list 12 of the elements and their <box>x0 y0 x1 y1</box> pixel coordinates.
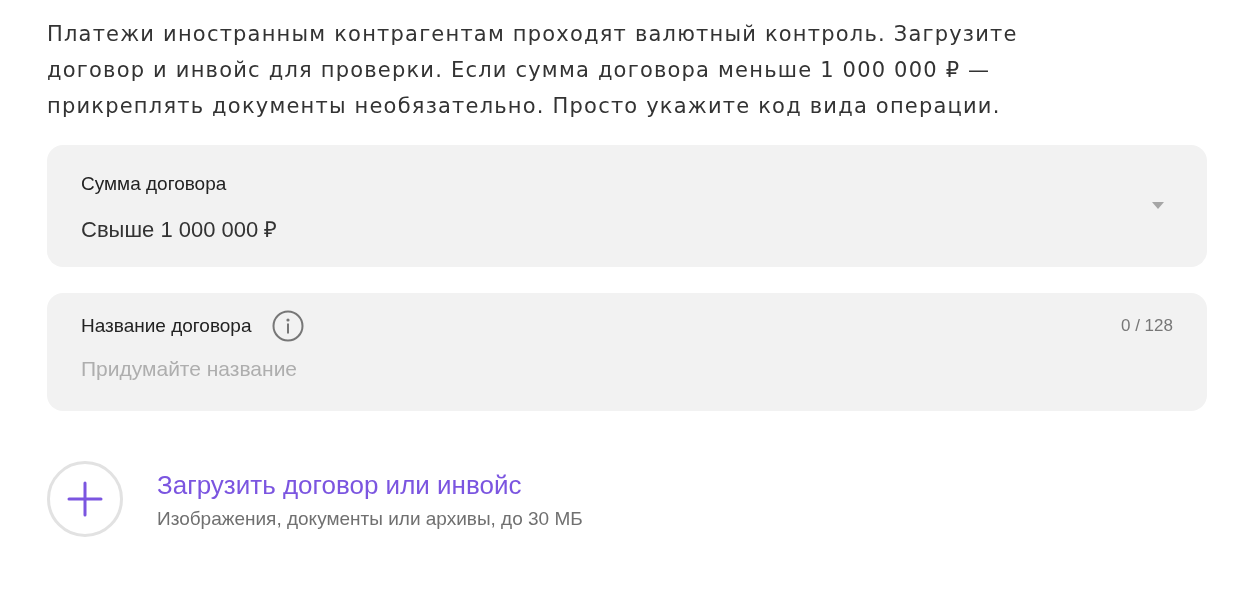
amount-select[interactable]: Сумма договора Свыше 1 000 000 ₽ <box>47 145 1207 267</box>
name-input[interactable]: Придумайте название <box>81 357 581 381</box>
char-counter: 0 / 128 <box>1121 316 1173 336</box>
add-file-button-icon[interactable] <box>47 461 123 537</box>
dropdown-caret-icon <box>1152 202 1164 210</box>
info-icon[interactable] <box>271 310 304 342</box>
upload-hint: Изображения, документы или архивы, до 30 МБ <box>157 508 583 530</box>
intro-text: Платежи иностранным контрагентам проходят валютный контроль. Загрузите договор и инвойс для проверки. Если сумма договора меньше 1 000 000 ₽ — прикреплять документы необязательно. Просто укажите код вида операции. <box>47 21 1019 120</box>
field-label: Сумма договора <box>81 172 228 196</box>
select-value: Свыше 1 000 000 ₽ <box>81 216 278 243</box>
field-label: Название договора <box>81 314 252 338</box>
upload-link[interactable]: Загрузить договор или инвойс <box>157 468 583 502</box>
